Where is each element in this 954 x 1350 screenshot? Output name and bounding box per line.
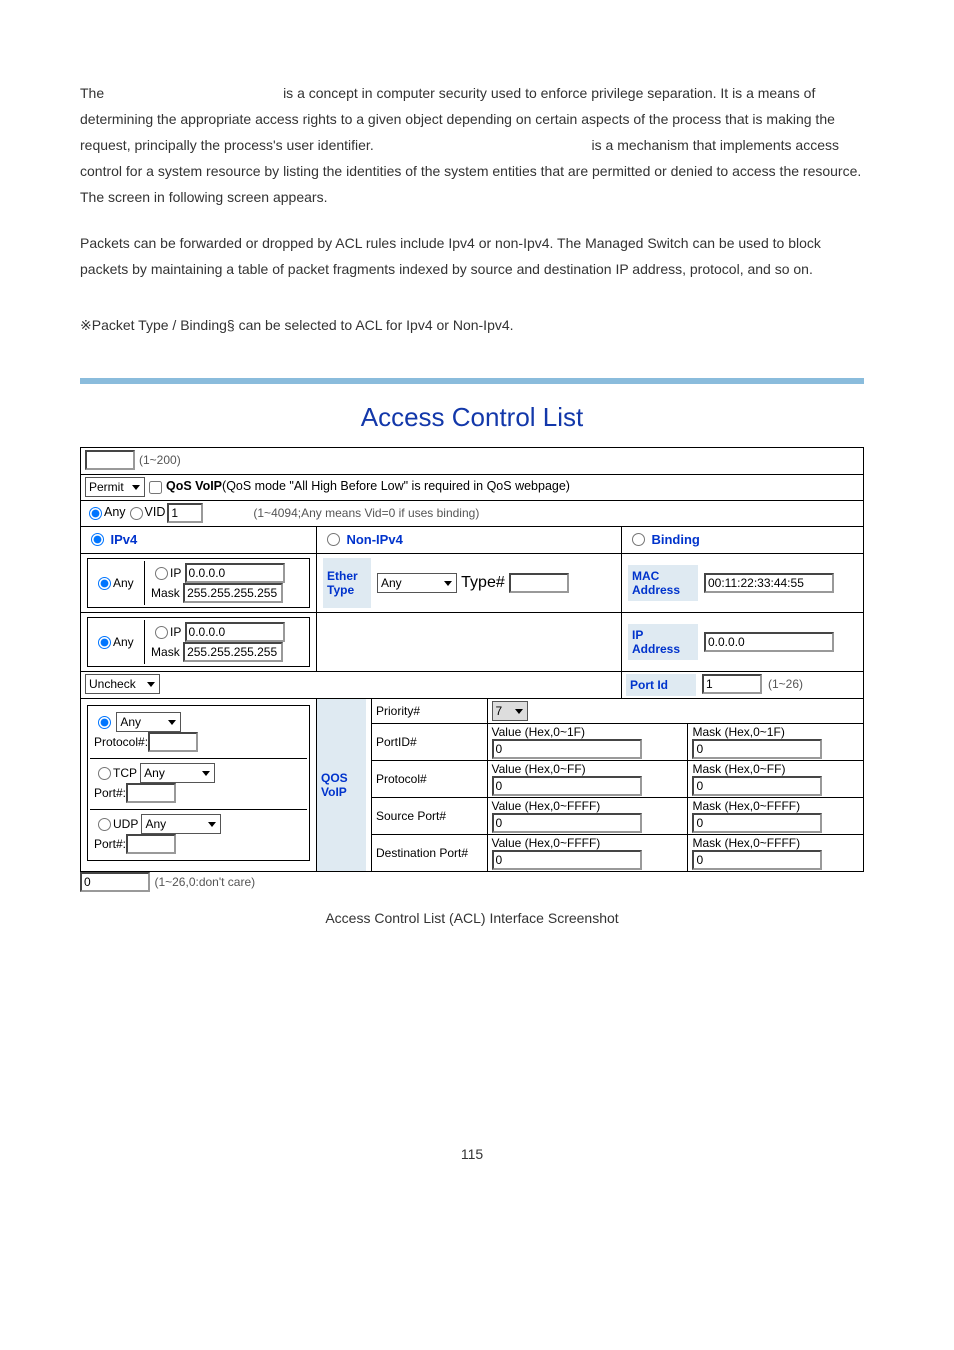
intro-paragraph-1: The is a concept in computer security us… (80, 80, 864, 210)
binding-radio[interactable] (632, 533, 645, 546)
vid-any-radio[interactable] (89, 503, 102, 524)
portid-mask-input[interactable] (692, 739, 822, 759)
ipaddr-label: IP Address (628, 624, 698, 660)
proto-hash-input[interactable] (148, 732, 198, 752)
dstport-label: Destination Port# (372, 835, 487, 872)
proto-tcp-radio[interactable] (98, 767, 111, 780)
mac-label: MAC Address (628, 565, 698, 601)
portid-label: Port Id (626, 674, 696, 696)
src-mask-input[interactable] (183, 583, 283, 603)
tcp-port-input[interactable] (126, 783, 176, 803)
portid-input[interactable] (702, 674, 762, 694)
src-ip-radio[interactable] (155, 567, 168, 580)
udp-port-input[interactable] (126, 834, 176, 854)
qosvoip-col-label: QOS VoIP (316, 699, 366, 871)
ipv4-radio[interactable] (91, 533, 104, 546)
ethertype-col-label: Ether Type (323, 558, 371, 608)
intro-paragraph-3: ※Packet Type / Binding§ can be selected … (80, 312, 864, 338)
action-select[interactable]: Permit (85, 477, 145, 497)
proto-udp-radio[interactable] (98, 818, 111, 831)
priority-select[interactable]: 7 (492, 701, 528, 721)
panel-title: Access Control List (80, 384, 864, 447)
proto-any-radio[interactable] (98, 716, 111, 729)
vid-input[interactable] (167, 503, 203, 523)
dst-ip-any-radio[interactable] (98, 636, 111, 649)
mac-input[interactable] (704, 573, 834, 593)
src-ip-input[interactable] (185, 563, 285, 583)
udp-select[interactable]: Any (141, 814, 221, 834)
dst-ip-radio[interactable] (155, 626, 168, 639)
ipaddr-input[interactable] (704, 632, 834, 652)
uncheck-select[interactable]: Uncheck (85, 674, 160, 694)
qos-voip-label: QoS VoIP (166, 477, 222, 498)
portid2-label: PortID# (372, 724, 487, 761)
portid-value-input[interactable] (492, 739, 642, 759)
srcport-label: Source Port# (372, 798, 487, 835)
figure-caption: Access Control List (ACL) Interface Scre… (80, 910, 864, 926)
proto-value-input[interactable] (492, 776, 642, 796)
proto2-label: Protocol# (372, 761, 487, 798)
portid-range: (1~26) (762, 674, 803, 696)
binding-label: Binding (651, 532, 699, 547)
dst-mask-input[interactable] (183, 642, 283, 662)
srcport-value-input[interactable] (492, 813, 642, 833)
vid-desc: (1~4094;Any means Vid=0 if uses binding) (203, 503, 479, 524)
intro-paragraph-2: Packets can be forwarded or dropped by A… (80, 230, 864, 282)
nonipv4-radio[interactable] (327, 533, 340, 546)
proto-mask-input[interactable] (692, 776, 822, 796)
ethertype-input[interactable] (509, 573, 569, 593)
dstport-value-input[interactable] (492, 850, 642, 870)
ethertype-select[interactable]: Any (377, 573, 457, 593)
group-id-input[interactable] (85, 450, 135, 470)
dstport-mask-input[interactable] (692, 850, 822, 870)
qos-voip-desc: (QoS mode "All High Before Low" is requi… (222, 477, 570, 498)
nonipv4-label: Non-IPv4 (346, 532, 402, 547)
priority-label: Priority# (372, 699, 487, 724)
dst-ip-input[interactable] (185, 622, 285, 642)
bottom-input[interactable] (80, 872, 150, 892)
src-ip-any-radio[interactable] (98, 577, 111, 590)
page-number: 115 (80, 1146, 864, 1162)
bottom-range: (1~26,0:don't care) (154, 875, 255, 889)
qos-voip-checkbox[interactable] (149, 477, 162, 498)
proto-any-select[interactable]: Any (116, 712, 181, 732)
srcport-mask-input[interactable] (692, 813, 822, 833)
tcp-select[interactable]: Any (140, 763, 215, 783)
ipv4-label: IPv4 (110, 532, 137, 547)
vid-radio[interactable] (130, 503, 143, 524)
group-range-label: (1~200) (135, 450, 181, 472)
